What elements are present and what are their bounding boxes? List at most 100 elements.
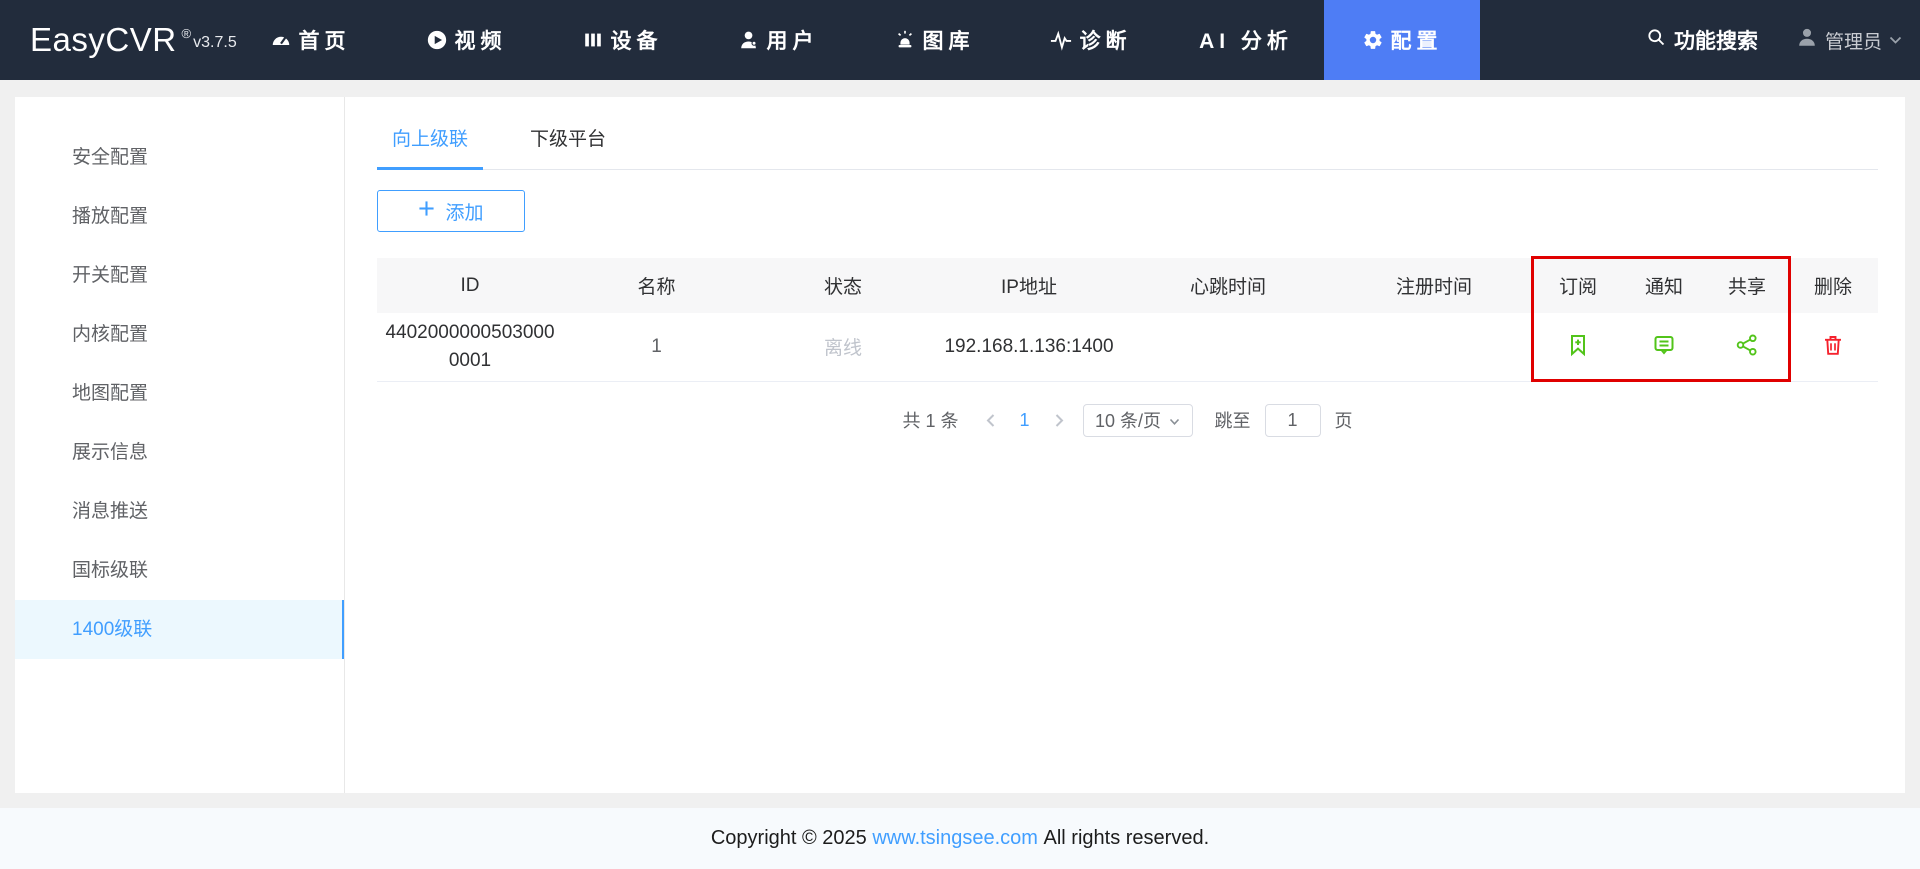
cell-id: 44020000005030000001 bbox=[377, 313, 563, 382]
app-version: v3.7.5 bbox=[193, 34, 237, 51]
search-icon bbox=[1646, 27, 1666, 53]
sidebar-item-message-push[interactable]: 消息推送 bbox=[15, 482, 344, 541]
jump-to-label: 跳至 bbox=[1214, 411, 1251, 431]
sidebar-item-gb-cascade[interactable]: 国标级联 bbox=[15, 541, 344, 600]
col-header-name: 名称 bbox=[563, 258, 750, 313]
nav-label: 用户 bbox=[766, 30, 819, 53]
gallery-icon bbox=[894, 29, 916, 51]
col-header-share: 共享 bbox=[1706, 258, 1788, 313]
sidebar-item-play-config[interactable]: 播放配置 bbox=[15, 187, 344, 246]
nav-item-config[interactable]: 配置 bbox=[1324, 0, 1480, 80]
video-icon bbox=[426, 29, 448, 51]
cell-share bbox=[1706, 313, 1788, 382]
top-navbar: EasyCVR ® v3.7.5 首页 视频 设备 用户 图库 诊断 AI 分析… bbox=[0, 0, 1920, 80]
tab-lower-platform[interactable]: 下级平台 bbox=[515, 97, 621, 170]
nav-label: AI 分析 bbox=[1199, 30, 1293, 53]
share-button[interactable] bbox=[1731, 329, 1763, 364]
user-icon bbox=[738, 29, 760, 51]
cell-name: 1 bbox=[563, 313, 750, 382]
settings-sidebar: 安全配置 播放配置 开关配置 内核配置 地图配置 展示信息 消息推送 国标级联 … bbox=[15, 97, 345, 793]
function-search-button[interactable]: 功能搜索 bbox=[1646, 25, 1758, 55]
gear-icon bbox=[1362, 29, 1384, 51]
cell-notify bbox=[1622, 313, 1706, 382]
page-suffix-label: 页 bbox=[1334, 411, 1353, 431]
main-menu: 首页 视频 设备 用户 图库 诊断 AI 分析 配置 bbox=[232, 0, 1480, 80]
registered-trademark: ® bbox=[181, 25, 192, 41]
col-header-notify: 通知 bbox=[1622, 258, 1706, 313]
table-header: ID 名称 状态 IP地址 心跳时间 注册时间 订阅 通知 共享 删除 bbox=[377, 258, 1878, 313]
nav-item-home[interactable]: 首页 bbox=[232, 0, 388, 80]
delete-button[interactable] bbox=[1817, 329, 1849, 364]
pagination: 共 1 条 1 10 条/页 跳至 页 bbox=[377, 403, 1878, 437]
page-size-select[interactable]: 10 条/页 bbox=[1082, 403, 1193, 437]
select-chevron-down-icon bbox=[1169, 410, 1180, 431]
cell-delete bbox=[1788, 313, 1878, 382]
jump-page-input[interactable] bbox=[1264, 403, 1321, 437]
cell-status: 离线 bbox=[750, 313, 936, 382]
page-number-current[interactable]: 1 bbox=[1014, 410, 1036, 431]
page-size-value: 10 条/页 bbox=[1095, 411, 1162, 431]
bookmark-plus-icon bbox=[1566, 333, 1590, 360]
admin-avatar-icon bbox=[1796, 26, 1818, 54]
sidebar-item-map-config[interactable]: 地图配置 bbox=[15, 364, 344, 423]
page-footer: Copyright © 2025 www.tsingsee.com All ri… bbox=[0, 808, 1920, 869]
nav-item-gallery[interactable]: 图库 bbox=[856, 0, 1012, 80]
add-button[interactable]: 添加 bbox=[377, 190, 525, 232]
dashboard-icon bbox=[270, 29, 292, 51]
cell-heartbeat bbox=[1122, 313, 1334, 382]
share-nodes-icon bbox=[1735, 333, 1759, 360]
diagnosis-icon bbox=[1049, 29, 1073, 51]
function-search-label: 功能搜索 bbox=[1673, 30, 1758, 53]
sidebar-item-display-info[interactable]: 展示信息 bbox=[15, 423, 344, 482]
user-menu[interactable]: 管理员 bbox=[1796, 26, 1902, 54]
copyright-prefix: Copyright © 2025 bbox=[710, 827, 873, 849]
notify-button[interactable] bbox=[1648, 329, 1680, 364]
navbar-right: 功能搜索 管理员 bbox=[1646, 0, 1920, 80]
cell-subscribe bbox=[1534, 313, 1622, 382]
chevron-down-icon bbox=[1889, 29, 1902, 51]
copyright-suffix: All rights reserved. bbox=[1037, 827, 1210, 849]
sidebar-item-1400-cascade[interactable]: 1400级联 bbox=[15, 600, 344, 659]
col-header-status: 状态 bbox=[750, 258, 936, 313]
nav-label: 设备 bbox=[610, 30, 663, 53]
main-content: 向上级联 下级平台 添加 ID 名称 状态 IP地址 心跳时间 注册时间 订阅 … bbox=[345, 97, 1905, 793]
subscribe-button[interactable] bbox=[1562, 329, 1594, 364]
comment-icon bbox=[1652, 333, 1676, 360]
table-row: 44020000005030000001 1 离线 192.168.1.136:… bbox=[377, 313, 1878, 382]
plus-icon bbox=[418, 200, 435, 223]
nav-item-diagnosis[interactable]: 诊断 bbox=[1012, 0, 1168, 80]
cell-register-time bbox=[1334, 313, 1534, 382]
app-logo: EasyCVR bbox=[30, 21, 177, 58]
col-header-ip: IP地址 bbox=[936, 258, 1122, 313]
table-header-row: ID 名称 状态 IP地址 心跳时间 注册时间 订阅 通知 共享 删除 bbox=[377, 258, 1878, 313]
sidebar-item-security-config[interactable]: 安全配置 bbox=[15, 128, 344, 187]
cascade-tabs: 向上级联 下级平台 bbox=[377, 97, 1878, 170]
content-card: 安全配置 播放配置 开关配置 内核配置 地图配置 展示信息 消息推送 国标级联 … bbox=[15, 97, 1905, 793]
nav-item-user[interactable]: 用户 bbox=[700, 0, 856, 80]
tsingsee-link[interactable]: www.tsingsee.com bbox=[872, 827, 1038, 850]
nav-label: 视频 bbox=[454, 30, 507, 53]
nav-label: 配置 bbox=[1390, 30, 1443, 53]
nav-item-device[interactable]: 设备 bbox=[544, 0, 700, 80]
next-page-button[interactable] bbox=[1050, 411, 1069, 430]
device-icon bbox=[582, 29, 604, 51]
tab-upper-cascade[interactable]: 向上级联 bbox=[377, 97, 484, 170]
cascade-table: ID 名称 状态 IP地址 心跳时间 注册时间 订阅 通知 共享 删除 4402… bbox=[377, 258, 1878, 382]
cell-ip: 192.168.1.136:1400 bbox=[936, 313, 1122, 382]
nav-label: 诊断 bbox=[1079, 30, 1132, 53]
sidebar-item-kernel-config[interactable]: 内核配置 bbox=[15, 305, 344, 364]
nav-label: 首页 bbox=[298, 30, 351, 53]
col-header-subscribe: 订阅 bbox=[1534, 258, 1622, 313]
add-button-label: 添加 bbox=[445, 202, 484, 224]
nav-item-ai-analysis[interactable]: AI 分析 bbox=[1168, 0, 1324, 80]
col-header-delete: 删除 bbox=[1788, 258, 1878, 313]
trash-icon bbox=[1821, 333, 1845, 360]
col-header-register-time: 注册时间 bbox=[1334, 258, 1534, 313]
nav-item-video[interactable]: 视频 bbox=[388, 0, 544, 80]
pagination-total: 共 1 条 bbox=[902, 411, 959, 431]
col-header-heartbeat: 心跳时间 bbox=[1122, 258, 1334, 313]
sidebar-item-switch-config[interactable]: 开关配置 bbox=[15, 246, 344, 305]
prev-page-button[interactable] bbox=[981, 411, 1000, 430]
brand: EasyCVR ® v3.7.5 bbox=[0, 0, 237, 80]
cascade-table-wrap: ID 名称 状态 IP地址 心跳时间 注册时间 订阅 通知 共享 删除 4402… bbox=[377, 256, 1878, 382]
